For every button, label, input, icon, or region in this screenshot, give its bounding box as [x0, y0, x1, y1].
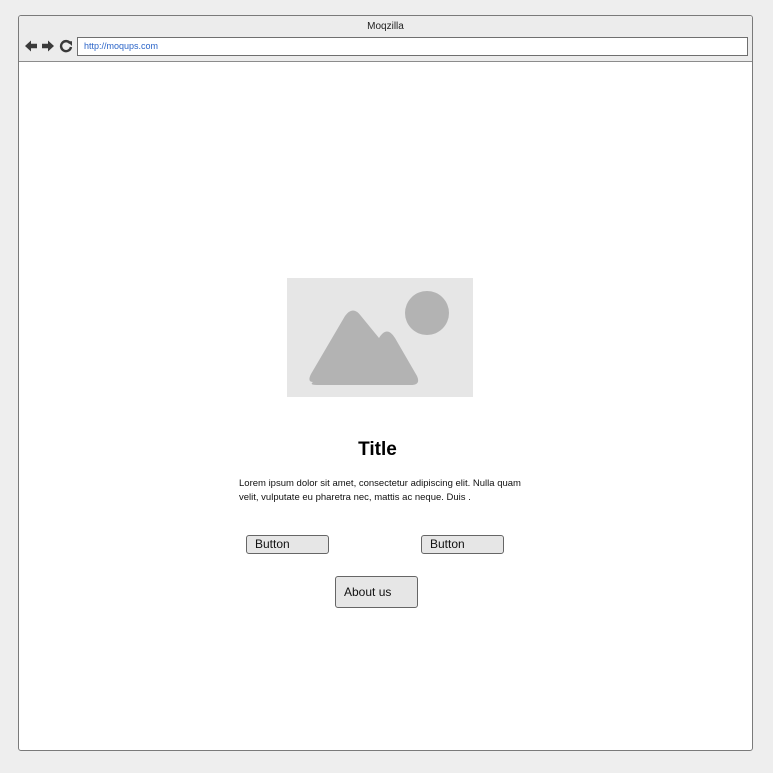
page-viewport: Title Lorem ipsum dolor sit amet, consec… [19, 62, 752, 750]
reload-icon[interactable] [59, 39, 73, 53]
browser-toolbar: Moqzilla http://moqups.com [19, 16, 752, 62]
page-title: Title [358, 439, 397, 460]
primary-button[interactable]: Button [246, 535, 329, 554]
image-placeholder-icon [287, 278, 473, 397]
body-text: Lorem ipsum dolor sit amet, consectetur … [239, 478, 521, 503]
arrow-right-icon[interactable] [41, 39, 55, 53]
browser-window: Moqzilla http://moqups.com Title Lorem i… [18, 15, 753, 751]
address-bar[interactable]: http://moqups.com [77, 37, 748, 56]
window-title: Moqzilla [367, 21, 404, 32]
arrow-left-icon[interactable] [24, 39, 38, 53]
about-us-button[interactable]: About us [335, 576, 418, 608]
secondary-button[interactable]: Button [421, 535, 504, 554]
